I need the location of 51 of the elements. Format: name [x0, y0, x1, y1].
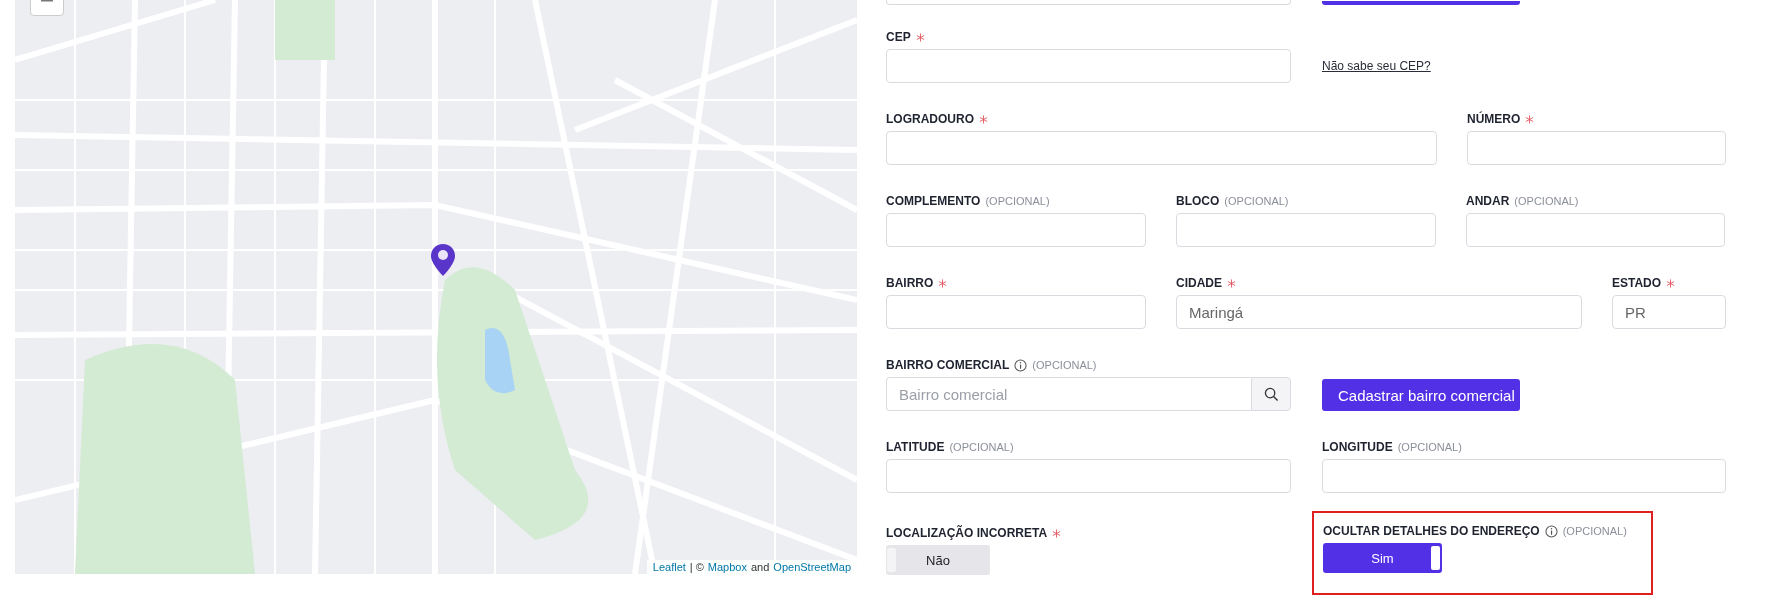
- field-label: LONGITUDE: [1322, 440, 1393, 454]
- attribution-link[interactable]: Leaflet: [652, 561, 686, 573]
- optional-hint: (OPCIONAL): [1224, 195, 1289, 207]
- attribution-link[interactable]: OpenStreetMap: [773, 561, 851, 573]
- optional-hint: (OPCIONAL): [985, 195, 1050, 207]
- input-field[interactable]: Maringá: [1176, 295, 1582, 329]
- field-label: ANDAR: [1466, 194, 1510, 208]
- toggle-switch[interactable]: Não: [886, 545, 990, 575]
- search-icon: [1263, 386, 1279, 402]
- field-label: OCULTAR DETALHES DO ENDEREÇO: [1323, 524, 1540, 538]
- input-field[interactable]: [1467, 131, 1726, 165]
- input-field[interactable]: [886, 49, 1291, 83]
- input-field[interactable]: [1176, 213, 1436, 247]
- attribution-text: and: [751, 561, 770, 573]
- field-label: LOGRADOURO: [886, 112, 974, 126]
- input-field[interactable]: PR: [1612, 295, 1726, 329]
- field-label: BLOCO: [1176, 194, 1220, 208]
- input-field[interactable]: [886, 131, 1437, 165]
- field-label: BAIRRO COMERCIAL: [886, 358, 1010, 372]
- field-label: COMPLEMENTO: [886, 194, 981, 208]
- input-field[interactable]: [1466, 213, 1725, 247]
- toggle-switch[interactable]: Sim: [1323, 543, 1442, 573]
- info-icon[interactable]: [1544, 524, 1558, 538]
- input-field[interactable]: [886, 213, 1146, 247]
- field-label: CIDADE: [1176, 276, 1222, 290]
- info-icon[interactable]: [1014, 358, 1028, 372]
- minus-icon: [41, 0, 53, 2]
- field-label: LOCALIZAÇÃO INCORRETA: [886, 526, 1048, 540]
- map-pin-icon[interactable]: [431, 244, 455, 276]
- field-label: CEP: [886, 30, 911, 44]
- optional-hint: (OPCIONAL): [1562, 525, 1627, 537]
- input-field[interactable]: [886, 459, 1291, 493]
- submit-button[interactable]: [1322, 1, 1520, 5]
- field-label: NÚMERO: [1467, 112, 1521, 126]
- search-button[interactable]: [1251, 377, 1291, 411]
- field-label: LATITUDE: [886, 440, 945, 454]
- optional-hint: (OPCIONAL): [949, 441, 1014, 453]
- map-panel[interactable]: Leaflet | © Mapbox and OpenStreetMap: [15, 0, 857, 574]
- input-field[interactable]: [886, 295, 1146, 329]
- input-field[interactable]: [1322, 459, 1726, 493]
- field-label: ESTADO: [1612, 276, 1662, 290]
- optional-hint: (OPCIONAL): [1032, 359, 1097, 371]
- cep-lookup-link[interactable]: Não sabe seu CEP?: [1322, 59, 1622, 73]
- input-field[interactable]: [886, 0, 1291, 5]
- register-button[interactable]: Cadastrar bairro comercial: [1322, 379, 1520, 411]
- search-field[interactable]: Bairro comercial: [886, 377, 1251, 411]
- field-label: BAIRRO: [886, 276, 934, 290]
- optional-hint: (OPCIONAL): [1514, 195, 1579, 207]
- attribution-link[interactable]: Mapbox: [707, 561, 747, 573]
- attribution-text: | ©: [689, 561, 704, 573]
- optional-hint: (OPCIONAL): [1397, 441, 1462, 453]
